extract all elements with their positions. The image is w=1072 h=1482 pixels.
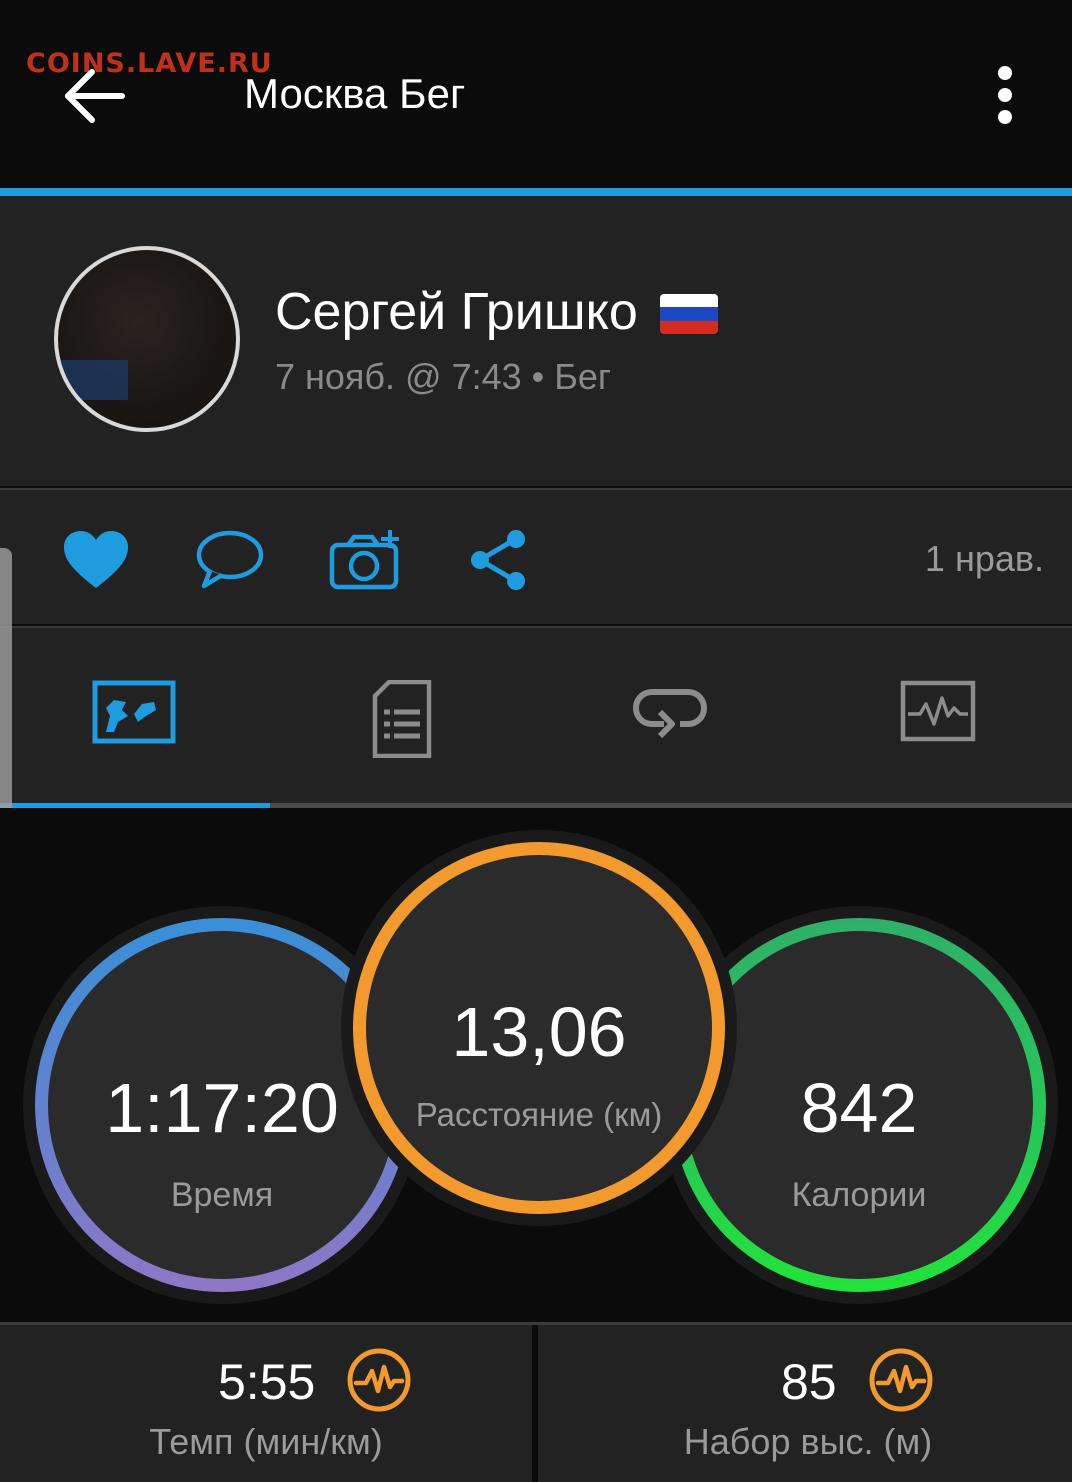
calories-value: 842: [800, 1069, 918, 1147]
add-photo-icon: [329, 530, 399, 590]
pulse-icon: [869, 1348, 933, 1412]
tab-graphs[interactable]: [804, 628, 1072, 804]
activity-owner-section: Сергей Гришко 7 нояб. @ 7:43 • Бег: [0, 196, 1072, 486]
distance-label: Расстояние (км): [415, 1096, 663, 1133]
elevation-metric[interactable]: 85 Набор выс. (м): [544, 1325, 1072, 1482]
share-button[interactable]: [466, 528, 538, 592]
social-actions-bar: 1 нрав.: [0, 488, 1072, 624]
like-button[interactable]: [60, 528, 132, 592]
more-vertical-icon: [998, 66, 1012, 124]
overflow-menu-button[interactable]: [980, 62, 1030, 132]
tab-map[interactable]: [0, 628, 268, 804]
elevation-label: Набор выс. (м): [683, 1421, 933, 1462]
pace-label: Темп (мин/км): [149, 1421, 383, 1462]
time-label: Время: [170, 1176, 274, 1214]
pace-value: 5:55: [218, 1354, 316, 1410]
heart-icon: [64, 531, 128, 588]
summary-stats: 1:17:20 Время 842 Калории 13,06 Расстоян…: [0, 808, 1072, 1322]
comment-button[interactable]: [194, 528, 266, 592]
add-photo-button[interactable]: [328, 528, 400, 592]
back-button[interactable]: [58, 62, 130, 130]
calories-label: Калории: [791, 1176, 927, 1214]
page-title: Москва Бег: [244, 70, 466, 117]
document-list-icon: [372, 680, 432, 758]
calories-stat-ring[interactable]: 842 Калории: [672, 918, 1046, 1292]
likes-count[interactable]: 1 нрав.: [925, 538, 1044, 580]
share-icon: [471, 530, 525, 590]
header-accent-line: [0, 188, 1072, 196]
loop-icon: [632, 689, 708, 739]
russia-flag-icon: [660, 294, 718, 334]
comment-icon: [196, 530, 264, 589]
map-icon: [92, 680, 176, 744]
user-name[interactable]: Сергей Гришко: [275, 282, 638, 342]
pace-metric[interactable]: 5:55 Темп (мин/км): [0, 1325, 538, 1482]
top-app-bar: COINS.LAVE.RU Москва Бег: [0, 0, 1072, 190]
activity-meta: 7 нояб. @ 7:43 • Бег: [275, 356, 612, 397]
distance-value: 13,06: [451, 993, 627, 1071]
arrow-left-icon: [65, 69, 125, 123]
distance-stat-ring[interactable]: 13,06 Расстояние (км): [353, 842, 725, 1214]
elevation-value: 85: [781, 1354, 837, 1410]
activity-tabs: [0, 626, 1072, 808]
metrics-row: 5:55 Темп (мин/км) 85 Набор выс. (м): [0, 1322, 1072, 1482]
pulse-icon: [347, 1348, 411, 1412]
tab-laps[interactable]: [536, 628, 804, 804]
avatar[interactable]: [54, 246, 240, 432]
tab-details[interactable]: [268, 628, 536, 804]
activity-graph-icon: [900, 680, 976, 742]
